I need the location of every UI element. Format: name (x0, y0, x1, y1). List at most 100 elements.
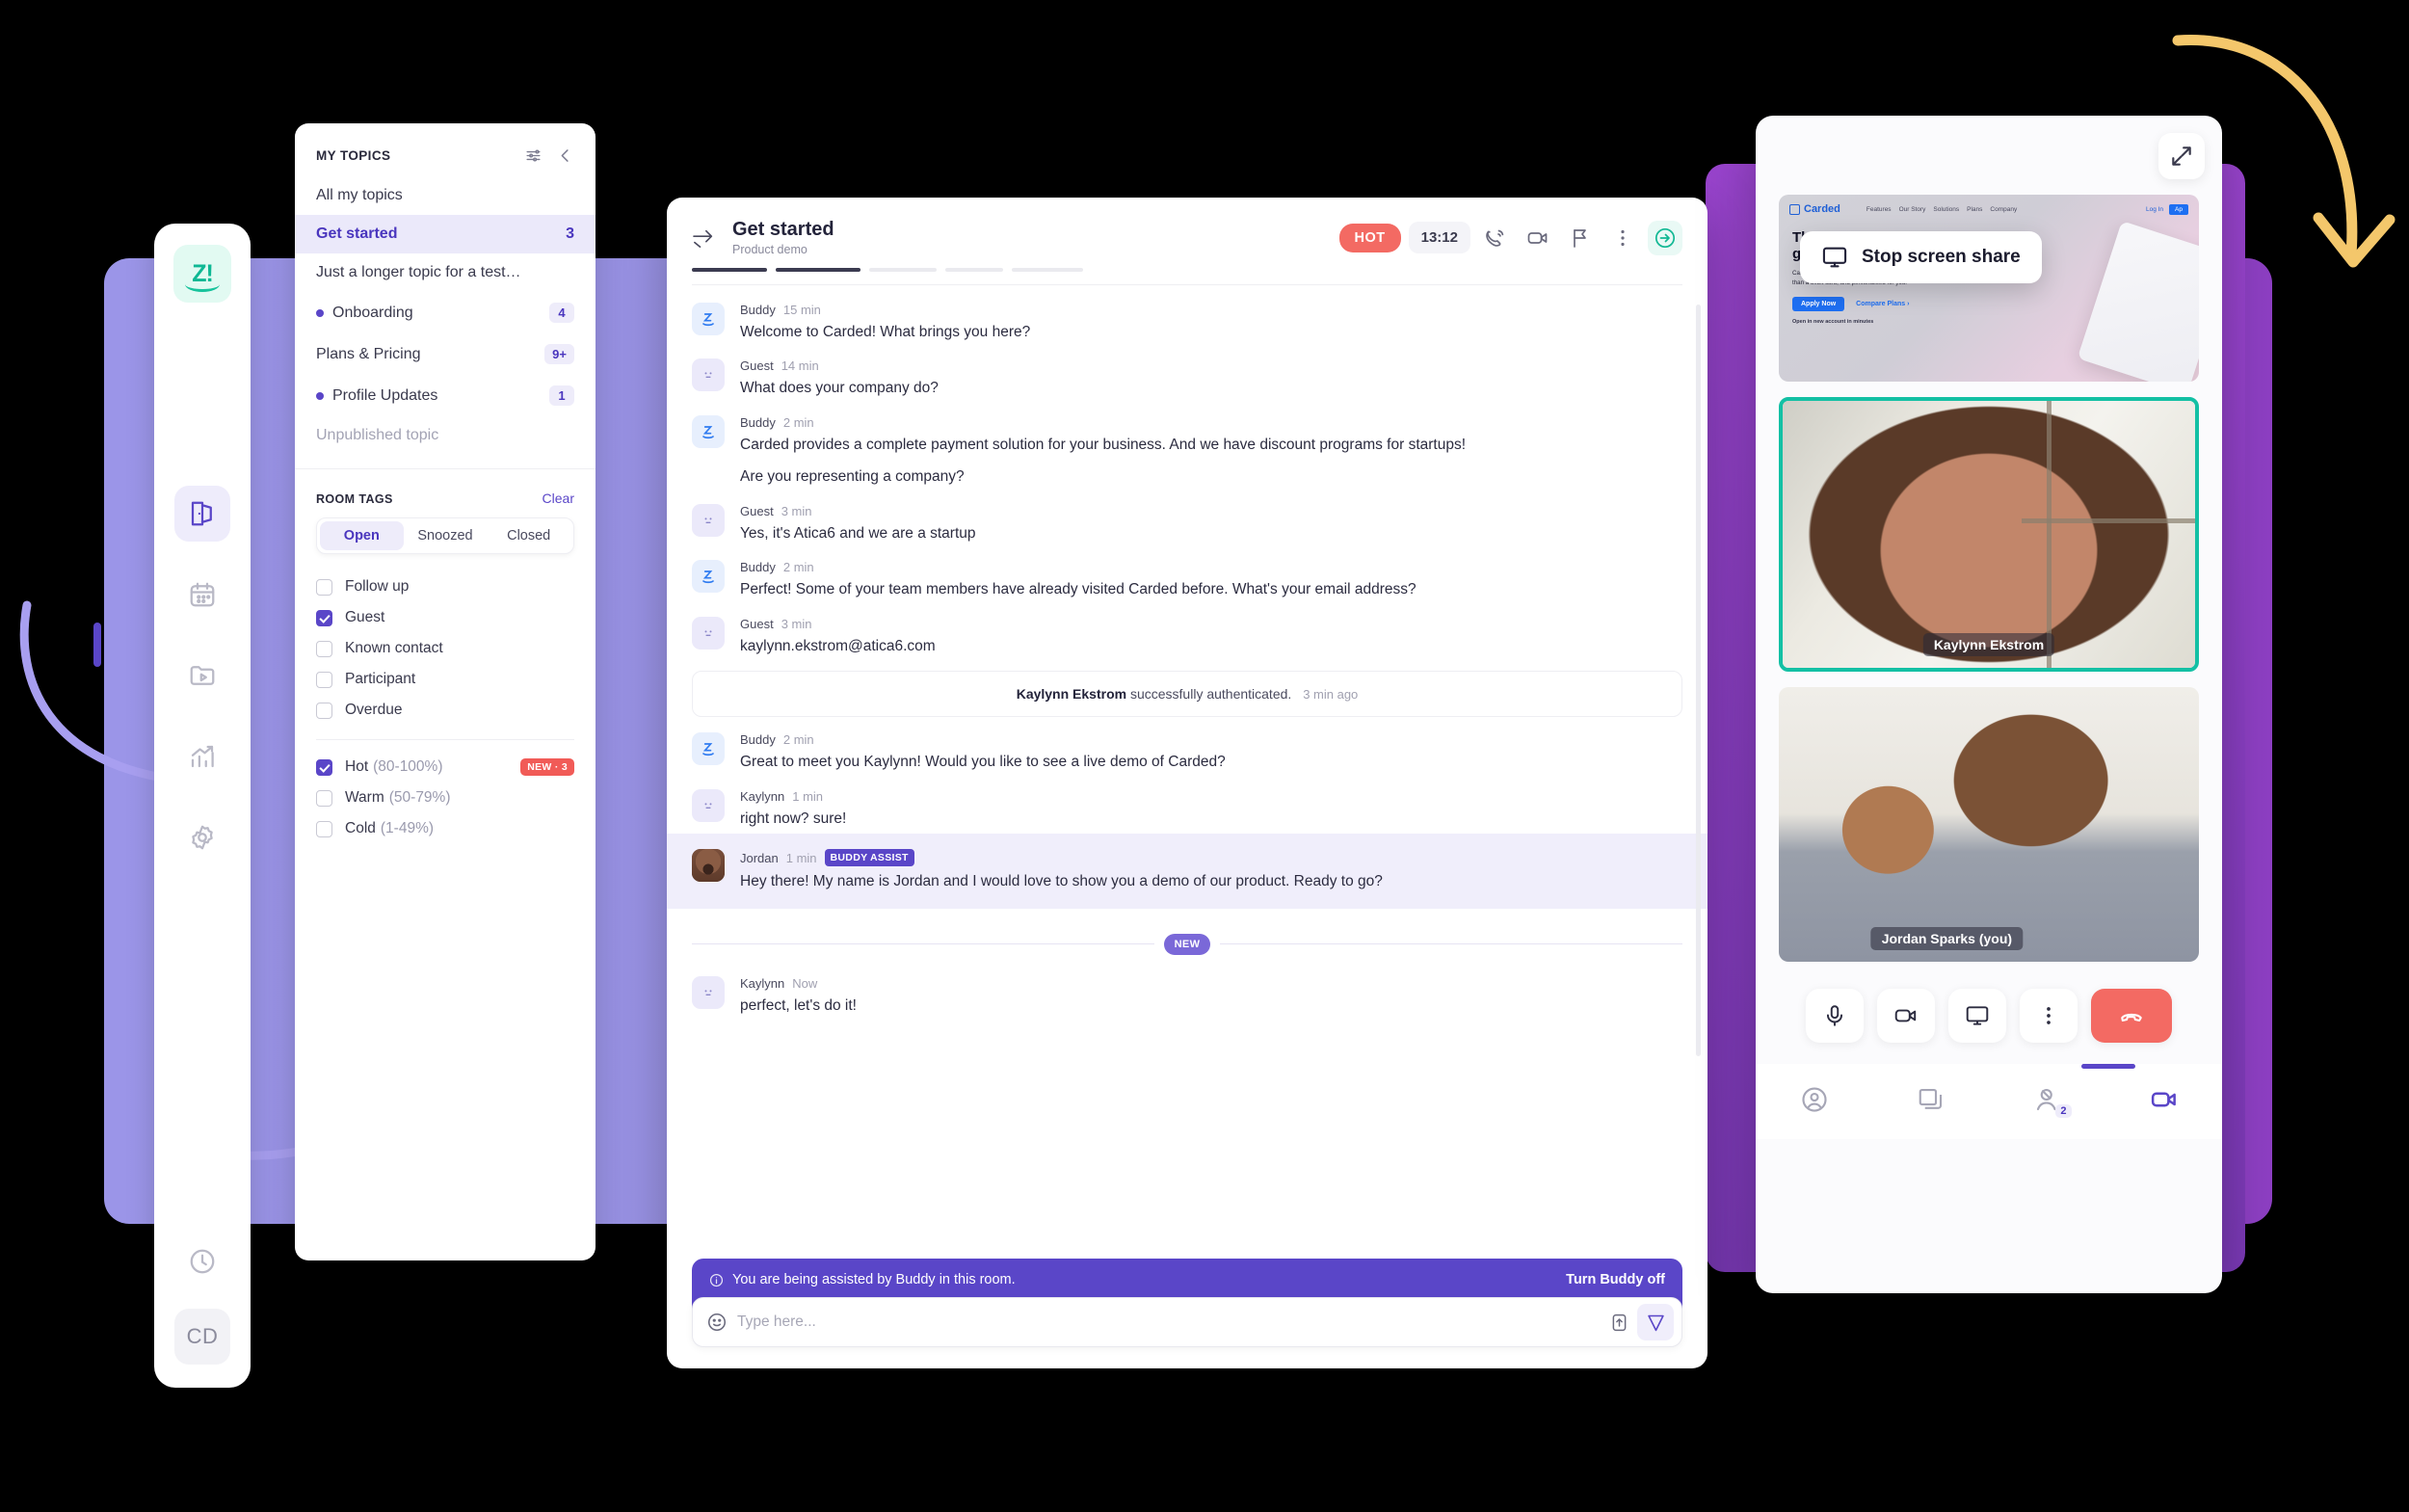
rail-item-history[interactable] (174, 1233, 230, 1289)
segment-open[interactable]: Open (320, 521, 404, 550)
score-checkbox-row[interactable]: Hot (80-100%) NEW · 3 (295, 752, 596, 783)
arrow-right-line-icon[interactable] (692, 227, 717, 249)
message-author: Guest (740, 616, 774, 631)
segment-snoozed[interactable]: Snoozed (404, 521, 488, 550)
buddy-avatar-icon (692, 414, 725, 448)
turn-buddy-off-button[interactable]: Turn Buddy off (1566, 1272, 1665, 1287)
app-icon-rail: Z! CD (154, 224, 251, 1388)
checkbox[interactable] (316, 640, 332, 657)
stop-screen-share-button[interactable]: Stop screen share (1800, 231, 2042, 283)
sliders-icon[interactable] (524, 146, 543, 165)
tab-cards[interactable] (1917, 1085, 1946, 1114)
topic-label: Profile Updates (332, 386, 438, 404)
screen-share-button[interactable] (1948, 989, 2006, 1043)
tag-label: Follow up (345, 578, 410, 595)
camera-button[interactable] (1877, 989, 1935, 1043)
page-title: Get started (732, 219, 834, 240)
checkbox[interactable] (316, 671, 332, 688)
hangup-button[interactable] (2091, 989, 2172, 1043)
progress-step (776, 268, 860, 272)
flag-icon[interactable] (1563, 221, 1598, 255)
divider (316, 739, 574, 740)
message-text: Hey there! My name is Jordan and I would… (740, 873, 1383, 890)
emoji-icon[interactable] (706, 1312, 728, 1333)
checkbox[interactable] (316, 702, 332, 719)
tag-label: Participant (345, 671, 416, 687)
checkbox[interactable] (316, 578, 332, 596)
rail-item-calendar[interactable] (174, 567, 230, 623)
more-vertical-icon[interactable] (1605, 221, 1640, 255)
rail-item-rooms[interactable] (174, 486, 230, 542)
chat-subtitle: Product demo (732, 243, 807, 256)
tab-participants[interactable]: 2 (2033, 1085, 2072, 1118)
rail-item-analytics[interactable] (174, 729, 230, 784)
video-tile-self[interactable]: Jordan Sparks (you) (1779, 687, 2199, 962)
video-icon[interactable] (1521, 221, 1555, 255)
rail-item-settings[interactable] (174, 809, 230, 865)
avatar-initials: CD (186, 1324, 219, 1348)
clear-filters-button[interactable]: Clear (543, 491, 574, 506)
segment-closed[interactable]: Closed (487, 521, 570, 550)
message-author: Jordan (740, 850, 779, 865)
screen-share-preview[interactable]: Carded Features Our Story Solutions Plan… (1779, 195, 2199, 382)
score-checkbox-row[interactable]: Cold (1-49%) (295, 813, 596, 844)
topic-item[interactable]: Profile Updates 1 (295, 375, 596, 416)
tab-video[interactable] (2150, 1085, 2179, 1114)
topic-item[interactable]: Get started 3 (295, 215, 596, 253)
tag-checkbox-row[interactable]: Guest (295, 602, 596, 633)
scrollbar[interactable] (1696, 305, 1701, 1056)
tab-profile[interactable] (1800, 1085, 1829, 1114)
call-icon[interactable] (1478, 221, 1513, 255)
remote-video-stream (1783, 401, 2195, 668)
more-options-button[interactable] (2020, 989, 2078, 1043)
message-time: Now (792, 975, 818, 991)
score-range: (80-100%) (373, 758, 443, 775)
checkbox[interactable] (316, 820, 332, 837)
avatar[interactable]: CD (174, 1309, 230, 1365)
tag-checkbox-row[interactable]: Known contact (295, 633, 596, 664)
guest-avatar-icon (692, 503, 725, 537)
new-messages-label: NEW (1163, 933, 1211, 955)
topics-panel: MY TOPICS All my topics Get started 3 Ju… (295, 123, 596, 1260)
system-event-name: Kaylynn Ekstrom (1016, 686, 1127, 703)
guest-avatar-icon (692, 616, 725, 650)
chat-panel: Get started Product demo HOT 13:12 Buddy… (667, 198, 1707, 1368)
tag-checkbox-row[interactable]: Participant (295, 664, 596, 695)
shared-site-compare-link: Compare Plans › (1856, 300, 1910, 307)
score-checkbox-row[interactable]: Warm (50-79%) (295, 783, 596, 813)
message-list[interactable]: Buddy 15 min Welcome to Carded! What brin… (667, 285, 1707, 1259)
expand-icon[interactable] (2158, 133, 2205, 179)
topic-item[interactable]: All my topics (295, 176, 596, 215)
topic-item[interactable]: Unpublished topic (295, 416, 596, 455)
score-range: (1-49%) (380, 820, 435, 836)
stop-screen-share-label: Stop screen share (1862, 247, 2021, 267)
message-time: 3 min (781, 616, 812, 631)
upload-icon[interactable] (1601, 1304, 1637, 1340)
checkbox[interactable] (316, 609, 332, 626)
checkbox[interactable] (316, 789, 332, 807)
topic-item[interactable]: Onboarding 4 (295, 292, 596, 333)
rail-item-library[interactable] (174, 648, 230, 703)
self-video-stream (1779, 687, 2199, 962)
checkbox[interactable] (316, 758, 332, 776)
message-input[interactable] (737, 1304, 1601, 1340)
calendar-icon (190, 582, 215, 607)
bar-chart-icon (191, 745, 214, 768)
rail-active-marker (93, 623, 101, 667)
shared-site-brand: Carded (1789, 203, 1840, 215)
topic-item[interactable]: Just a longer topic for a test… (295, 253, 596, 292)
buddy-avatar-icon (692, 732, 725, 766)
mic-button[interactable] (1806, 989, 1864, 1043)
message-author: Buddy (740, 414, 776, 430)
tag-checkbox-row[interactable]: Overdue (295, 695, 596, 726)
send-icon[interactable] (1637, 1304, 1674, 1340)
message-row: Kaylynn 1 min right now? sure! (667, 778, 1707, 834)
topic-item[interactable]: Plans & Pricing 9+ (295, 333, 596, 375)
video-tile-remote[interactable]: Kaylynn Ekstrom (1779, 397, 2199, 672)
chevron-left-icon[interactable] (556, 146, 574, 165)
transfer-icon[interactable] (1648, 220, 1682, 255)
profile-icon (1801, 1087, 1827, 1112)
tag-checkbox-row[interactable]: Follow up (295, 571, 596, 602)
message-author: Buddy (740, 560, 776, 575)
message-time: 14 min (781, 358, 819, 374)
